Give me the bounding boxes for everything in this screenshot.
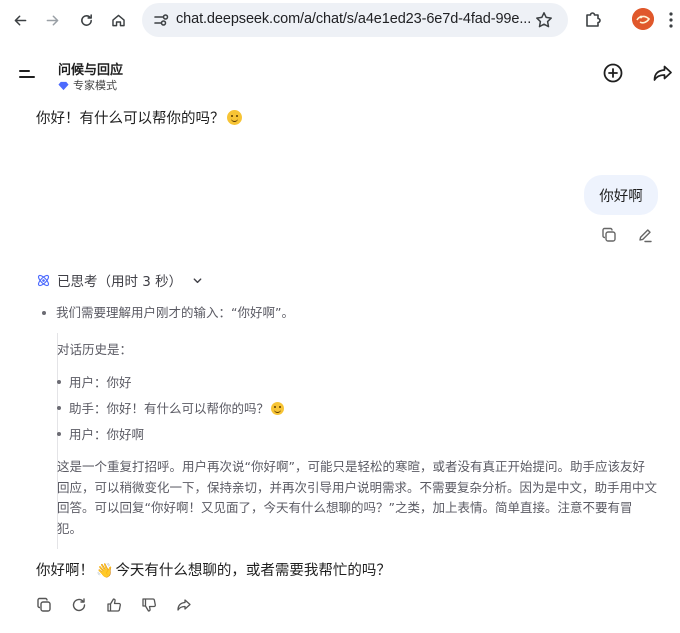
mode-indicator: 专家模式 — [58, 77, 117, 93]
site-settings-icon[interactable] — [152, 11, 170, 29]
share-icon[interactable] — [652, 62, 674, 84]
thinking-paragraph: 这是一个重复打招呼。用户再次说“你好啊”，可能只是轻松的寒暄，或者没有真正开始提… — [57, 459, 658, 536]
more-menu-icon[interactable] — [668, 11, 674, 29]
address-bar[interactable]: chat.deepseek.com/a/chat/s/a4e1ed23-6e7d… — [142, 3, 568, 37]
forward-arrow-icon[interactable] — [40, 8, 64, 32]
smile-emoji-icon — [271, 402, 285, 415]
thought-toggle[interactable]: 已思考（用时 3 秒） — [36, 270, 203, 290]
bullet-icon — [42, 311, 46, 315]
assistant-message-greeting: 你好！有什么可以帮你的吗？ — [36, 107, 242, 128]
reply-text-end: 今天有什么想聊的，或者需要我帮忙的吗？ — [115, 563, 391, 579]
history-label: 对话历史是： — [57, 342, 133, 357]
chevron-down-icon — [193, 277, 202, 283]
profile-avatar[interactable] — [632, 8, 654, 30]
history-item-text: 用户：你好啊 — [69, 427, 145, 442]
reply-text-start: 你好啊！ — [36, 563, 94, 579]
regenerate-icon[interactable] — [71, 597, 87, 613]
assistant-greeting-text: 你好！有什么可以帮你的吗？ — [36, 111, 225, 127]
waving-hand-emoji-icon: 👋 — [96, 563, 114, 579]
reload-icon[interactable] — [74, 8, 98, 32]
user-message-text: 你好啊 — [599, 188, 643, 205]
thinking-first-line: 我们需要理解用户刚才的输入：“你好啊”。 — [56, 305, 294, 320]
history-item: 用户：你好 — [57, 373, 132, 393]
edit-icon[interactable] — [637, 227, 653, 243]
history-item-text: 助手：你好！有什么可以帮你的吗？ — [69, 401, 270, 416]
new-chat-icon[interactable] — [602, 62, 624, 84]
extensions-icon[interactable] — [582, 8, 604, 30]
user-message-bubble: 你好啊 — [584, 175, 658, 215]
atom-icon — [37, 274, 50, 286]
home-icon[interactable] — [106, 8, 130, 32]
history-item: 用户：你好啊 — [57, 425, 144, 445]
thought-status-label: 已思考（用时 3 秒） — [57, 274, 183, 290]
smile-emoji-icon — [226, 110, 242, 125]
diamond-icon — [58, 81, 69, 90]
copy-icon[interactable] — [36, 597, 52, 613]
url-text[interactable]: chat.deepseek.com/a/chat/s/a4e1ed23-6e7d… — [176, 11, 531, 27]
assistant-message-reply: 你好啊！ 👋 今天有什么想聊的，或者需要我帮忙的吗？ — [36, 559, 391, 580]
history-item: 助手：你好！有什么可以帮你的吗？ — [57, 399, 285, 419]
thumbs-up-icon[interactable] — [106, 597, 122, 613]
browser-toolbar: chat.deepseek.com/a/chat/s/a4e1ed23-6e7d… — [0, 0, 680, 40]
sidebar-menu-icon[interactable] — [18, 66, 36, 82]
history-item-text: 用户：你好 — [69, 375, 132, 390]
mode-label: 专家模式 — [73, 79, 117, 92]
chat-title: 问候与回应 — [58, 63, 124, 78]
copy-icon[interactable] — [601, 227, 617, 243]
chat-header: 问候与回应 专家模式 — [0, 48, 680, 100]
back-arrow-icon[interactable] — [8, 8, 32, 32]
bookmark-star-icon[interactable] — [534, 10, 554, 30]
thumbs-down-icon[interactable] — [141, 597, 157, 613]
share-icon[interactable] — [176, 597, 192, 613]
